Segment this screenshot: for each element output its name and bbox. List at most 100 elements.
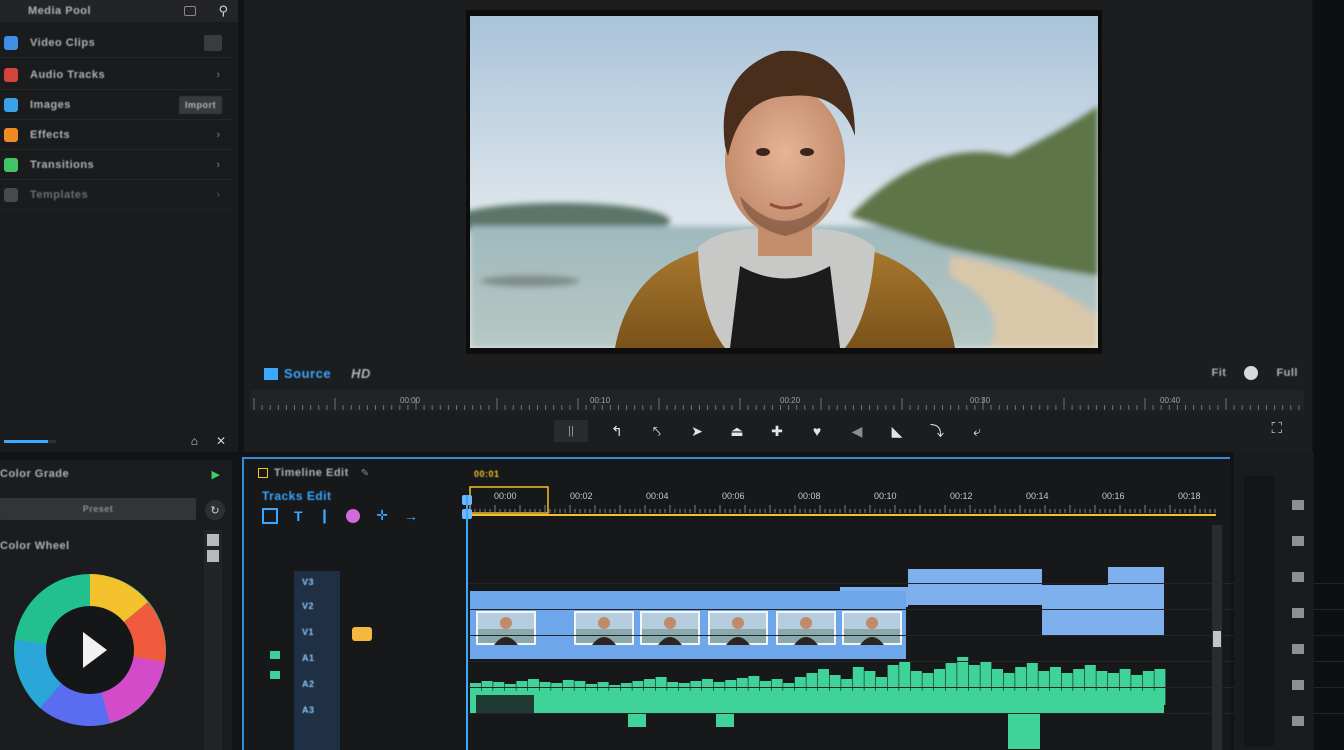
chevron-right-icon: › [216,158,220,171]
clip-thumbnail [708,611,768,645]
clip-thumbnail [842,611,902,645]
media-panel: Media Pool ⚲ Video Clips Audio Tracks › … [0,0,238,452]
color-wheel[interactable] [10,570,170,730]
title-clip[interactable] [1042,585,1164,635]
media-item-transitions[interactable]: Transitions › [0,150,232,180]
templates-icon [4,187,18,202]
preset-label: Preset [82,504,114,514]
color-tool-icon[interactable] [346,508,361,523]
import-button[interactable]: Import [179,95,222,114]
timeline-ruler-label: 00:06 [722,491,745,501]
media-item-effects[interactable]: Effects › [0,120,232,150]
source-icon[interactable] [264,367,278,380]
razor-tool-icon[interactable]: ❙ [319,507,331,524]
insert-button[interactable]: ✚ [766,420,788,442]
media-header-title: Media Pool [28,5,92,17]
play-icon[interactable]: ▶ [212,468,220,486]
media-item-label: Transitions [30,158,95,171]
transitions-icon [4,157,18,172]
fit-dropdown[interactable]: Fit [1211,367,1226,379]
chevron-right-icon: › [216,68,220,81]
timeline-panel: Timeline Edit ✎ Tracks Edit T ❙ ✛ → 00:0… [242,457,1344,750]
pause-button[interactable]: || [554,420,588,442]
title-clip-icon[interactable] [352,627,372,641]
media-item-templates[interactable]: Templates › [0,180,232,210]
clip-thumbnail [574,611,634,645]
fullscreen-icon[interactable]: ⛶ [1271,420,1282,437]
timeline-icon [258,468,268,478]
timeline-ruler-label: 00:16 [1102,491,1125,501]
timeline-ruler-label: 00:12 [950,491,973,501]
timeline-scrollbar[interactable] [1212,525,1222,750]
preview-mode-sub: HD [351,366,371,381]
track-label: A1 [302,653,315,663]
clip-thumbnail [776,611,836,645]
timeline-ruler-label: 00:02 [570,491,593,501]
timeline-ruler-label: 00:14 [1026,491,1049,501]
chevron-right-icon: › [216,188,220,201]
track-label: V3 [302,577,315,587]
video-preview[interactable] [466,10,1102,354]
side-buttons[interactable] [1292,500,1304,726]
audio-clip-label-box [476,695,534,713]
marker-label: 00:01 [474,469,500,479]
rewind-button[interactable]: ◀ [846,420,868,442]
color-scrollbar[interactable] [204,530,222,750]
close-icon[interactable]: ✕ [216,434,226,448]
refresh-icon[interactable]: ⌂ [191,434,198,448]
title-clip[interactable] [908,569,1042,605]
track-headers: V3 V2 V1 A1 A2 A3 [294,571,464,750]
preset-dropdown[interactable]: Preset [0,498,196,520]
timeline-side-panel [1234,452,1314,750]
favorite-button[interactable]: ♥ [806,420,828,442]
lift-button[interactable]: ⏏ [726,420,748,442]
media-item-images[interactable]: Images Import [0,90,232,120]
audio-fragment[interactable] [716,713,734,727]
overwrite-button[interactable]: ⤵ [926,420,948,442]
audio-fragment[interactable] [1008,713,1040,749]
zoom-dropdown[interactable]: Full [1276,367,1298,379]
timeline-title: Timeline Edit [274,467,349,479]
track-label: V2 [302,601,315,611]
color-wheel-title: Color Wheel [0,540,70,552]
grid-icon[interactable] [184,6,197,16]
move-tool-icon[interactable]: ✛ [376,507,388,524]
checkbox[interactable] [204,34,222,51]
ruler-label: 00:40 [1160,396,1181,405]
timeline-ruler[interactable]: 00:00 00:02 00:04 00:06 00:08 00:10 00:12 00:14… [464,467,1224,519]
audio-fragment[interactable] [628,713,646,727]
ruler-label: 00:00 [400,396,421,405]
select-tool-icon[interactable] [262,507,278,524]
mark-in-button[interactable]: ↰ [606,420,628,442]
audio-clip[interactable] [470,691,1164,713]
timeline-ruler-label: 00:04 [646,491,669,501]
mark-out-button[interactable]: ⤣ [646,420,668,442]
timeline-tracks[interactable] [468,563,1212,750]
timeline-ruler-label: 00:10 [874,491,897,501]
track-side-toggles[interactable] [270,651,280,679]
color-panel-title: Color Grade [0,468,70,480]
forward-tool-icon[interactable]: → [404,508,418,524]
volume-button[interactable]: ◣ [886,420,908,442]
export-frame-button[interactable]: ⤶ [966,420,988,442]
preview-mode-label[interactable]: Source [284,366,331,381]
timeline-subtitle: Tracks Edit [262,489,332,503]
track-label: A3 [302,705,315,715]
reset-icon[interactable]: ↻ [205,500,225,520]
color-panel: Color Grade ▶ Preset ↻ Color Wheel [0,460,232,750]
media-item-video[interactable]: Video Clips [0,28,232,58]
preview-label-bar: Source HD Fit Full [244,362,1312,386]
clip-thumbnail [476,611,536,645]
settings-icon[interactable] [1244,366,1259,380]
timeline-ruler-label: 00:08 [798,491,821,501]
right-edge-strip [1314,0,1344,750]
edit-icon[interactable]: ✎ [361,468,369,479]
search-icon[interactable]: ⚲ [218,3,228,19]
media-item-audio[interactable]: Audio Tracks › [0,60,232,90]
text-tool-icon[interactable]: T [294,508,303,524]
play-forward-button[interactable]: ➤ [686,420,708,442]
effects-icon [4,127,18,142]
preview-scrubber[interactable]: 00:00 00:10 00:20 00:30 00:40 [250,390,1304,410]
ruler-label: 00:20 [780,396,801,405]
transport-controls: || ↰ ⤣ ➤ ⏏ ✚ ♥ ◀ ◣ ⤵ ⤶ [554,416,988,446]
